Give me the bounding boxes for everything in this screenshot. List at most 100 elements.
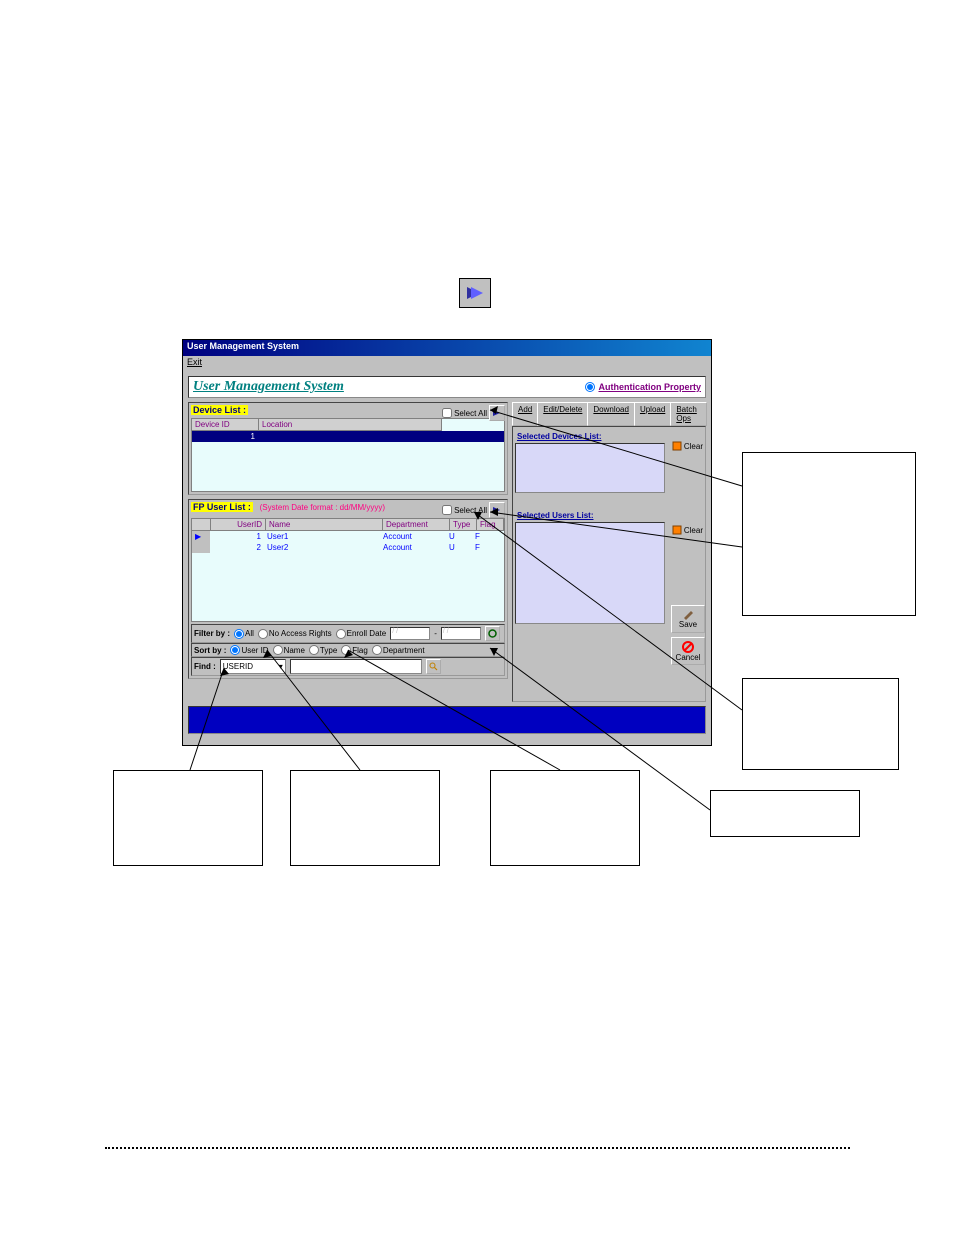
right-panel: Add Edit/Delete Download Upload Batch Op… (512, 402, 706, 702)
col-flag: Flag (477, 519, 504, 530)
callout-box (742, 678, 899, 770)
user-grid-header: UserID Name Department Type Flag (192, 519, 504, 531)
cell-dept: Account (380, 542, 446, 553)
cell-location (258, 431, 504, 442)
row-marker (192, 542, 210, 553)
tab-download[interactable]: Download (587, 402, 635, 426)
user-row[interactable]: ▶ 1 User1 Account U F (192, 531, 504, 542)
row-marker: ▶ (192, 531, 210, 542)
cell-flag: F (472, 531, 498, 542)
tab-upload[interactable]: Upload (634, 402, 671, 426)
callout-box (742, 452, 916, 616)
sort-name[interactable]: Name (273, 645, 305, 655)
tab-batch-ops[interactable]: Batch Ops (670, 402, 707, 426)
col-department: Department (383, 519, 450, 530)
cancel-button[interactable]: Cancel (671, 637, 705, 665)
callout-box (490, 770, 640, 866)
menu-exit[interactable]: Exit (187, 357, 202, 367)
user-row[interactable]: 2 User2 Account U F (192, 542, 504, 553)
selected-users-label: Selected Users List: (517, 511, 703, 520)
col-type: Type (450, 519, 477, 530)
cell-name: User1 (264, 531, 380, 542)
cell-device-id: 1 (192, 431, 258, 442)
search-icon (429, 662, 438, 671)
col-location: Location (259, 419, 442, 430)
find-label: Find : (194, 662, 216, 671)
find-field-select[interactable]: USERID ▾ (220, 659, 286, 674)
save-button[interactable]: Save (671, 605, 705, 633)
chevron-down-icon: ▾ (279, 662, 283, 671)
clear-users-button[interactable]: Clear (672, 525, 703, 535)
device-list-label: Device List : (191, 405, 248, 415)
date-to-input[interactable]: / / (441, 627, 481, 640)
selected-users-box (515, 522, 665, 624)
arrow-right-icon (492, 409, 502, 417)
move-users-button[interactable] (489, 502, 505, 518)
clear-devices-button[interactable]: Clear (672, 441, 703, 451)
col-name: Name (266, 519, 383, 530)
cancel-icon (682, 641, 694, 653)
page-title: User Management System (193, 379, 344, 395)
filter-enroll-date[interactable]: Enroll Date (336, 629, 387, 639)
sort-type[interactable]: Type (309, 645, 337, 655)
title-bar: User Management System (183, 340, 711, 356)
device-list-panel: Device List : Select All Device ID Locat… (188, 402, 508, 495)
move-devices-button[interactable] (489, 405, 505, 421)
find-input[interactable] (290, 659, 422, 674)
find-row: Find : USERID ▾ (191, 657, 505, 676)
sort-department[interactable]: Department (372, 645, 425, 655)
tabs: Add Edit/Delete Download Upload Batch Op… (512, 402, 706, 426)
user-list-hint: (System Date format : dd/MM/yyyy) (260, 503, 385, 512)
filter-no-access[interactable]: No Access Rights (258, 629, 332, 639)
cell-flag: F (472, 542, 498, 553)
date-from-input[interactable]: / / (390, 627, 430, 640)
status-bar (188, 706, 706, 734)
clear-icon (672, 441, 682, 451)
date-dash: - (434, 629, 437, 638)
refresh-icon (488, 629, 497, 638)
selected-devices-label: Selected Devices List: (517, 432, 703, 441)
tab-edit-delete[interactable]: Edit/Delete (537, 402, 588, 426)
sort-flag[interactable]: Flag (341, 645, 368, 655)
cell-type: U (446, 531, 472, 542)
device-row[interactable]: 1 (192, 431, 504, 442)
auth-label: Authentication Property (598, 382, 701, 392)
refresh-button[interactable] (485, 626, 500, 641)
window-title: User Management System (187, 341, 299, 351)
user-list-panel: FP User List : (System Date format : dd/… (188, 499, 508, 679)
app-window: User Management System Exit User Managem… (182, 339, 712, 746)
dotted-divider (105, 1147, 850, 1149)
clear-icon (672, 525, 682, 535)
user-grid: UserID Name Department Type Flag ▶ 1 Use… (191, 518, 505, 622)
cell-userid: 1 (210, 531, 264, 542)
col-device-id: Device ID (192, 419, 259, 430)
filter-all[interactable]: All (234, 629, 254, 639)
selected-devices-box (515, 443, 665, 493)
arrow-right-icon (459, 278, 491, 308)
callout-box (290, 770, 440, 866)
device-select-all-checkbox[interactable] (442, 408, 452, 418)
find-button[interactable] (426, 659, 441, 674)
cell-dept: Account (380, 531, 446, 542)
find-selected-value: USERID (223, 662, 253, 671)
auth-property-link[interactable]: Authentication Property (585, 382, 701, 392)
cell-type: U (446, 542, 472, 553)
arrow-right-icon (492, 506, 502, 514)
menu-bar: Exit (183, 356, 711, 372)
sort-row: Sort by : User ID Name Type Flag Departm… (191, 643, 505, 657)
user-list-label: FP User List : (191, 502, 253, 512)
user-select-all-label: Select All (454, 506, 487, 515)
header-banner: User Management System Authentication Pr… (188, 376, 706, 398)
cell-userid: 2 (210, 542, 264, 553)
device-select-all-label: Select All (454, 409, 487, 418)
filter-label: Filter by : (194, 629, 230, 638)
row-marker-header (192, 519, 211, 530)
tab-add[interactable]: Add (512, 402, 538, 426)
user-select-all-checkbox[interactable] (442, 505, 452, 515)
callout-box (710, 790, 860, 837)
sort-userid[interactable]: User ID (230, 645, 268, 655)
device-grid: Device ID Location 1 (191, 418, 505, 492)
auth-radio[interactable] (585, 382, 595, 392)
pencil-icon (682, 610, 694, 620)
col-userid: UserID (211, 519, 266, 530)
